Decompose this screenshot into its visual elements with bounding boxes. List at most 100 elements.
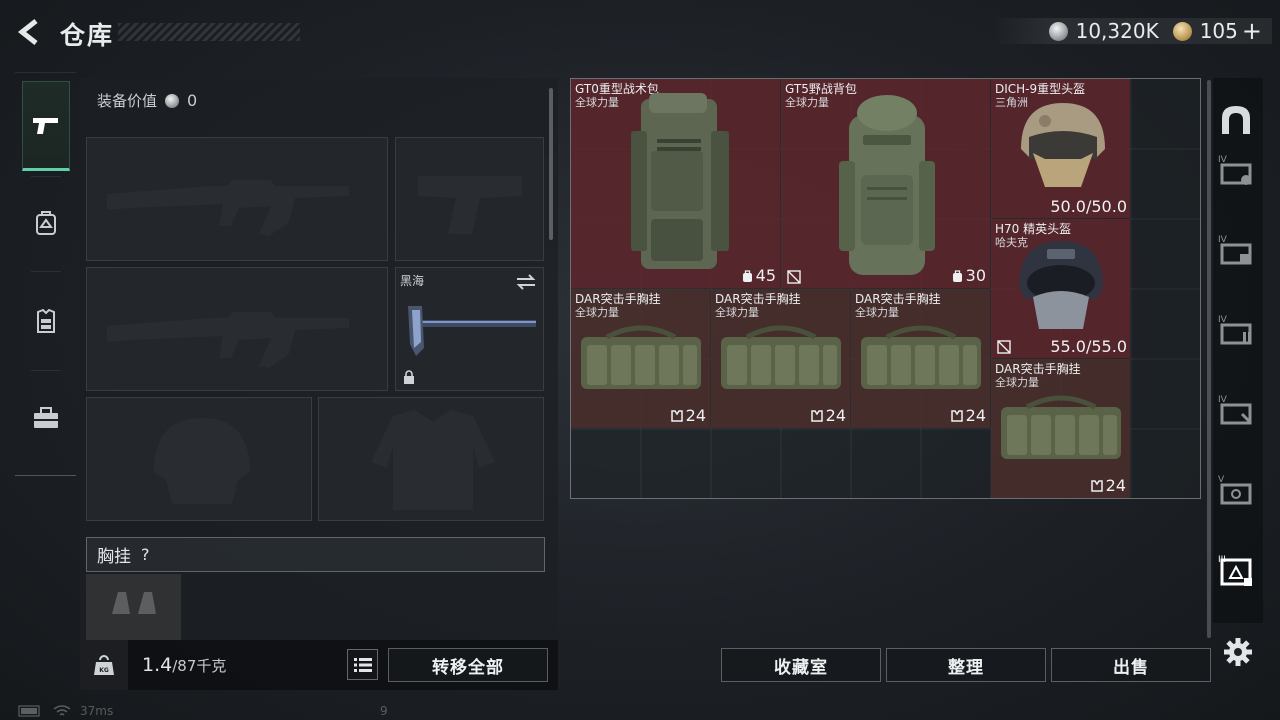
dich9-helmet-art xyxy=(1021,103,1105,187)
list-view-button[interactable] xyxy=(347,649,378,680)
equipment-scrollbar[interactable] xyxy=(549,88,553,240)
vault-icon xyxy=(1222,106,1250,134)
gold-amount: 105 xyxy=(1199,19,1238,43)
wifi-icon xyxy=(53,705,71,716)
chest-rig-capacity-icon xyxy=(810,409,823,422)
equipment-value-amount: 0 xyxy=(187,91,198,110)
transfer-all-button[interactable]: 转移全部 xyxy=(388,648,548,682)
equipment-value-label: 装备价值 xyxy=(97,92,158,110)
melee-weapon-slot[interactable]: 黑海 xyxy=(395,267,544,391)
storage-tab-7-active[interactable]: III xyxy=(1216,550,1256,590)
storage-tab-5[interactable]: IV xyxy=(1216,390,1256,430)
secondary-rifle-slot[interactable] xyxy=(86,267,388,391)
storage-item-h70-helmet[interactable]: H70 精英头盔 哈夫克 55.0/55.0 xyxy=(991,219,1130,358)
tomahawk-art xyxy=(408,306,536,356)
sort-button[interactable]: 整理 xyxy=(886,648,1046,682)
chest-rig-title: 胸挂 xyxy=(97,547,131,567)
item-capacity-value: 24 xyxy=(965,406,986,425)
silver-coin-icon xyxy=(1048,21,1068,41)
nav-item-tools[interactable] xyxy=(22,373,70,463)
primary-weapon-slot[interactable] xyxy=(86,137,388,261)
item-name: DAR突击手胸挂 xyxy=(715,292,801,306)
helmet-slot[interactable] xyxy=(86,397,312,521)
chest-rig-capacity-icon xyxy=(670,409,683,422)
device-status-bar: 37ms 9 xyxy=(0,703,400,720)
battery-icon xyxy=(18,705,40,717)
storage-crate-icon: IV xyxy=(1218,235,1252,265)
storage-crate-icon: V xyxy=(1218,475,1252,505)
storage-tab-home[interactable] xyxy=(1216,100,1256,140)
help-icon[interactable]: ? xyxy=(141,545,150,564)
gt5-backpack-art xyxy=(839,95,935,275)
storage-item-dar-chest-rig[interactable]: DAR突击手胸挂 全球力量 24 xyxy=(991,359,1130,498)
storage-item-dar-chest-rig[interactable]: DAR突击手胸挂 全球力量 24 xyxy=(851,289,990,428)
pistol-icon xyxy=(33,118,58,134)
storage-item-dich9-helmet[interactable]: DICH-9重型头盔 三角洲 50.0/50.0 xyxy=(991,79,1130,218)
chest-rig-silhouette-icon xyxy=(112,592,156,614)
storage-item-dar-chest-rig[interactable]: DAR突击手胸挂 全球力量 24 xyxy=(571,289,710,428)
backpack-capacity-icon xyxy=(742,269,752,282)
item-durability: 50.0/50.0 xyxy=(1050,197,1127,216)
item-durability: 55.0/55.0 xyxy=(1050,337,1127,356)
nav-item-backpack[interactable] xyxy=(22,178,70,268)
back-arrow-icon xyxy=(17,19,38,45)
chest-rig-capacity-icon xyxy=(1090,479,1103,492)
collection-room-button[interactable]: 收藏室 xyxy=(721,648,881,682)
item-faction: 全球力量 xyxy=(785,96,829,109)
title-decoration xyxy=(118,23,300,41)
melee-weapon-name: 黑海 xyxy=(400,274,425,288)
storage-tab-3[interactable]: IV xyxy=(1216,230,1256,270)
storage-crate-icon: IV xyxy=(1218,395,1252,425)
backpack-capacity-icon xyxy=(952,269,962,282)
settings-button[interactable] xyxy=(1222,636,1254,668)
chest-rig-slot[interactable] xyxy=(86,574,181,640)
storage-scrollbar[interactable] xyxy=(1207,80,1211,638)
fps-readout: 9 xyxy=(380,704,388,718)
storage-tab-6[interactable]: V xyxy=(1216,470,1256,510)
item-name: DAR突击手胸挂 xyxy=(855,292,941,306)
page-title: 仓库 xyxy=(60,21,115,50)
storage-item-dar-chest-rig[interactable]: DAR突击手胸挂 全球力量 24 xyxy=(711,289,850,428)
item-name: DAR突击手胸挂 xyxy=(995,362,1081,376)
body-armor-slot[interactable] xyxy=(318,397,544,521)
item-capacity-value: 24 xyxy=(685,406,706,425)
sell-button[interactable]: 出售 xyxy=(1051,648,1211,682)
silver-coin-icon xyxy=(165,93,180,108)
gear-icon xyxy=(1224,638,1252,666)
chest-rig-section: 胸挂 ? xyxy=(86,537,545,572)
storage-tab-4[interactable]: IV xyxy=(1216,310,1256,350)
item-capacity: 24 xyxy=(950,406,986,425)
nav-item-weapons[interactable] xyxy=(22,81,70,171)
lock-icon xyxy=(404,370,414,384)
chest-rig-capacity-icon xyxy=(950,409,963,422)
equipment-value: 装备价值 0 xyxy=(97,90,197,111)
back-button[interactable] xyxy=(14,16,46,48)
h70-helmet-art xyxy=(1019,241,1103,329)
left-nav xyxy=(15,72,76,476)
list-icon xyxy=(353,657,372,672)
storage-item-gt5-backpack[interactable]: GT5野战背包 全球力量 30 xyxy=(781,79,990,288)
item-capacity-value: 24 xyxy=(1105,476,1126,495)
item-faction: 全球力量 xyxy=(575,96,619,109)
pistol-silhouette-icon xyxy=(418,176,522,234)
rifle-silhouette-icon xyxy=(107,180,349,236)
weight-current: 1.4 xyxy=(142,654,173,676)
rifle-silhouette-icon xyxy=(107,312,349,368)
storage-item-gt0-backpack[interactable]: GT0重型战术包 全球力量 45 xyxy=(571,79,780,288)
weight-icon: KG xyxy=(80,640,128,690)
storage-tab-2[interactable]: IV xyxy=(1216,150,1256,190)
toolbox-icon xyxy=(34,407,58,428)
ping-readout: 37ms xyxy=(80,704,114,718)
nav-item-armor[interactable] xyxy=(22,276,70,366)
secondary-weapon-slot[interactable] xyxy=(395,137,544,261)
no-insurance-icon xyxy=(787,270,801,284)
add-currency-button[interactable]: + xyxy=(1242,17,1262,45)
item-name: H70 精英头盔 xyxy=(995,222,1072,236)
item-capacity-value: 30 xyxy=(965,266,986,285)
item-capacity: 24 xyxy=(1090,476,1126,495)
item-faction: 全球力量 xyxy=(995,376,1039,389)
chest-rig-art xyxy=(581,325,701,389)
swap-icon[interactable] xyxy=(515,274,537,290)
item-faction: 全球力量 xyxy=(575,306,619,319)
storage-crate-icon: IV xyxy=(1218,155,1252,185)
